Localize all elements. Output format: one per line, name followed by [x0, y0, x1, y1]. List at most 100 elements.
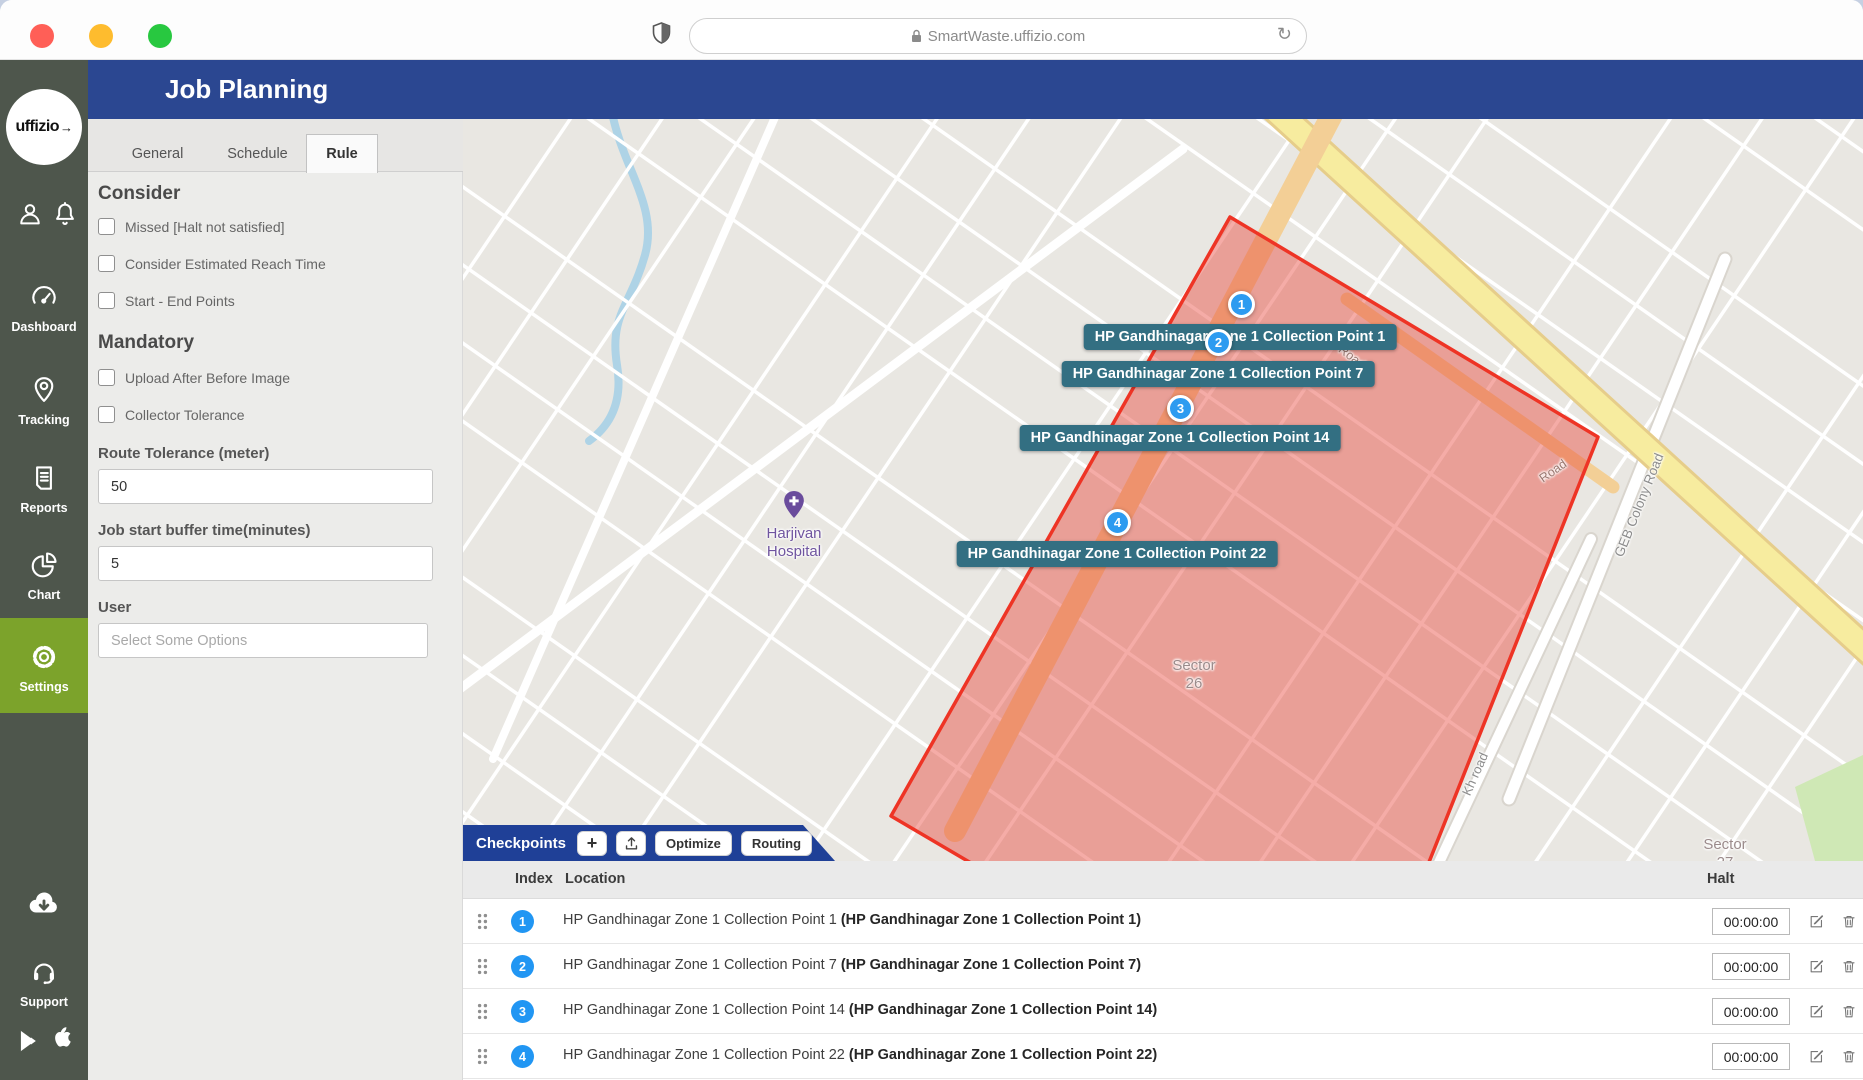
- checkpoint-tooltip-2: HP Gandhinagar Zone 1 Collection Point 7: [1062, 361, 1375, 387]
- cloud-download-icon[interactable]: [27, 888, 61, 923]
- edit-icon[interactable]: [1808, 958, 1825, 979]
- url-text: SmartWaste.uffizio.com: [928, 28, 1086, 45]
- upload-checkpoints-button[interactable]: [616, 831, 646, 856]
- route-tolerance-input[interactable]: [98, 469, 433, 504]
- sidebar-item-label: Tracking: [0, 413, 88, 427]
- checkpoint-tooltip-1: HP Gandhinagar Zone 1 Collection Point 1: [1084, 324, 1397, 350]
- index-badge: 3: [511, 1000, 534, 1023]
- map-canvas[interactable]: HarjivanHospital Sector26 Sector27 GEB C…: [463, 119, 1863, 1080]
- map-marker-2[interactable]: 2: [1205, 329, 1232, 356]
- upload-icon: [623, 835, 640, 852]
- location-cell: HP Gandhinagar Zone 1 Collection Point 7…: [563, 957, 1141, 973]
- tab-rule[interactable]: Rule: [306, 134, 378, 173]
- routing-button[interactable]: Routing: [741, 831, 812, 856]
- table-row: 2 HP Gandhinagar Zone 1 Collection Point…: [463, 944, 1863, 989]
- delete-icon[interactable]: [1841, 958, 1857, 979]
- drag-handle-icon[interactable]: [477, 1003, 488, 1024]
- add-checkpoint-button[interactable]: +: [577, 831, 607, 856]
- sidebar-item-reports[interactable]: Reports: [0, 463, 88, 515]
- drag-handle-icon[interactable]: [477, 958, 488, 979]
- browser-window: SmartWaste.uffizio.com ↻ uffizio→ Dashbo…: [0, 0, 1863, 1080]
- location-cell: HP Gandhinagar Zone 1 Collection Point 1…: [563, 1002, 1157, 1018]
- drag-handle-icon[interactable]: [477, 913, 488, 934]
- browser-toolbar: SmartWaste.uffizio.com ↻: [0, 0, 1863, 60]
- halt-time-input[interactable]: [1712, 908, 1790, 935]
- refresh-icon[interactable]: ↻: [1277, 24, 1292, 45]
- index-badge: 2: [511, 955, 534, 978]
- optimize-button[interactable]: Optimize: [655, 831, 732, 856]
- sidebar-item-support[interactable]: Support: [0, 957, 88, 1009]
- checkbox-label: Missed [Halt not satisfied]: [125, 219, 285, 235]
- delete-icon[interactable]: [1841, 1048, 1857, 1069]
- user-select-input[interactable]: [98, 623, 428, 658]
- edit-icon[interactable]: [1808, 1003, 1825, 1024]
- sidebar-item-dashboard[interactable]: Dashboard: [0, 282, 88, 334]
- zoom-window-button[interactable]: [148, 24, 172, 48]
- table-row: 3 HP Gandhinagar Zone 1 Collection Point…: [463, 989, 1863, 1034]
- shield-icon[interactable]: [652, 22, 671, 49]
- checkbox[interactable]: [98, 255, 115, 272]
- report-icon: [29, 463, 59, 493]
- sidebar-item-label: Chart: [0, 588, 88, 602]
- hospital-label: HarjivanHospital: [766, 525, 821, 561]
- tab-schedule[interactable]: Schedule: [210, 135, 305, 172]
- buffer-time-input[interactable]: [98, 546, 433, 581]
- column-location: Location: [565, 871, 625, 887]
- apple-icon[interactable]: [50, 1024, 76, 1057]
- sidebar-item-label: Settings: [0, 680, 88, 694]
- drag-handle-icon[interactable]: [477, 1048, 488, 1069]
- table-row: 1 HP Gandhinagar Zone 1 Collection Point…: [463, 899, 1863, 944]
- tab-strip: General Schedule Rule: [88, 119, 463, 172]
- halt-time-input[interactable]: [1712, 953, 1790, 980]
- user-label: User: [98, 599, 131, 616]
- location-cell: HP Gandhinagar Zone 1 Collection Point 1…: [563, 912, 1141, 928]
- speedometer-icon: [29, 282, 59, 312]
- edit-icon[interactable]: [1808, 1048, 1825, 1069]
- sector-26-label: Sector26: [1172, 657, 1215, 693]
- hospital-pin-icon: [783, 490, 806, 524]
- sidebar-item-settings[interactable]: Settings: [0, 618, 88, 713]
- bell-icon[interactable]: [51, 200, 79, 233]
- map-marker-1[interactable]: 1: [1228, 291, 1255, 318]
- minimize-window-button[interactable]: [89, 24, 113, 48]
- index-badge: 1: [511, 910, 534, 933]
- halt-time-input[interactable]: [1712, 998, 1790, 1025]
- route-tolerance-label: Route Tolerance (meter): [98, 445, 269, 462]
- option-upload-after-before-image[interactable]: Upload After Before Image: [98, 369, 290, 386]
- logo-arrow-icon: →: [60, 120, 73, 135]
- uffizio-logo[interactable]: uffizio→: [6, 89, 82, 165]
- delete-icon[interactable]: [1841, 1003, 1857, 1024]
- checkbox[interactable]: [98, 406, 115, 423]
- sidebar: uffizio→ Dashboard Tracking Reports Char…: [0, 60, 88, 1080]
- delete-icon[interactable]: [1841, 913, 1857, 934]
- option-estimated-reach-time[interactable]: Consider Estimated Reach Time: [98, 255, 326, 272]
- tab-general[interactable]: General: [110, 135, 205, 172]
- map-marker-3[interactable]: 3: [1167, 395, 1194, 422]
- checkbox[interactable]: [98, 292, 115, 309]
- sidebar-item-tracking[interactable]: Tracking: [0, 375, 88, 427]
- checkpoint-tooltip-4: HP Gandhinagar Zone 1 Collection Point 2…: [957, 541, 1278, 567]
- pie-chart-icon: [29, 550, 59, 580]
- tracking-pin-icon: [29, 375, 59, 405]
- sidebar-item-chart[interactable]: Chart: [0, 550, 88, 602]
- consider-heading: Consider: [98, 183, 180, 205]
- user-icon[interactable]: [16, 200, 44, 233]
- buffer-time-label: Job start buffer time(minutes): [98, 522, 311, 539]
- job-planning-panel: General Schedule Rule Consider Missed [H…: [88, 119, 463, 1080]
- option-missed-halt[interactable]: Missed [Halt not satisfied]: [98, 218, 285, 235]
- halt-time-input[interactable]: [1712, 1043, 1790, 1070]
- map-marker-4[interactable]: 4: [1104, 509, 1131, 536]
- page-title: Job Planning: [165, 74, 328, 105]
- option-start-end-points[interactable]: Start - End Points: [98, 292, 235, 309]
- google-play-icon[interactable]: [17, 1028, 43, 1059]
- option-collector-tolerance[interactable]: Collector Tolerance: [98, 406, 245, 423]
- checkbox[interactable]: [98, 369, 115, 386]
- checkpoints-title: Checkpoints: [476, 835, 566, 852]
- edit-icon[interactable]: [1808, 913, 1825, 934]
- address-bar[interactable]: SmartWaste.uffizio.com ↻: [689, 18, 1307, 54]
- close-window-button[interactable]: [30, 24, 54, 48]
- gear-icon: [29, 642, 59, 672]
- sidebar-item-label: Support: [0, 995, 88, 1009]
- checkbox[interactable]: [98, 218, 115, 235]
- checkbox-label: Upload After Before Image: [125, 370, 290, 386]
